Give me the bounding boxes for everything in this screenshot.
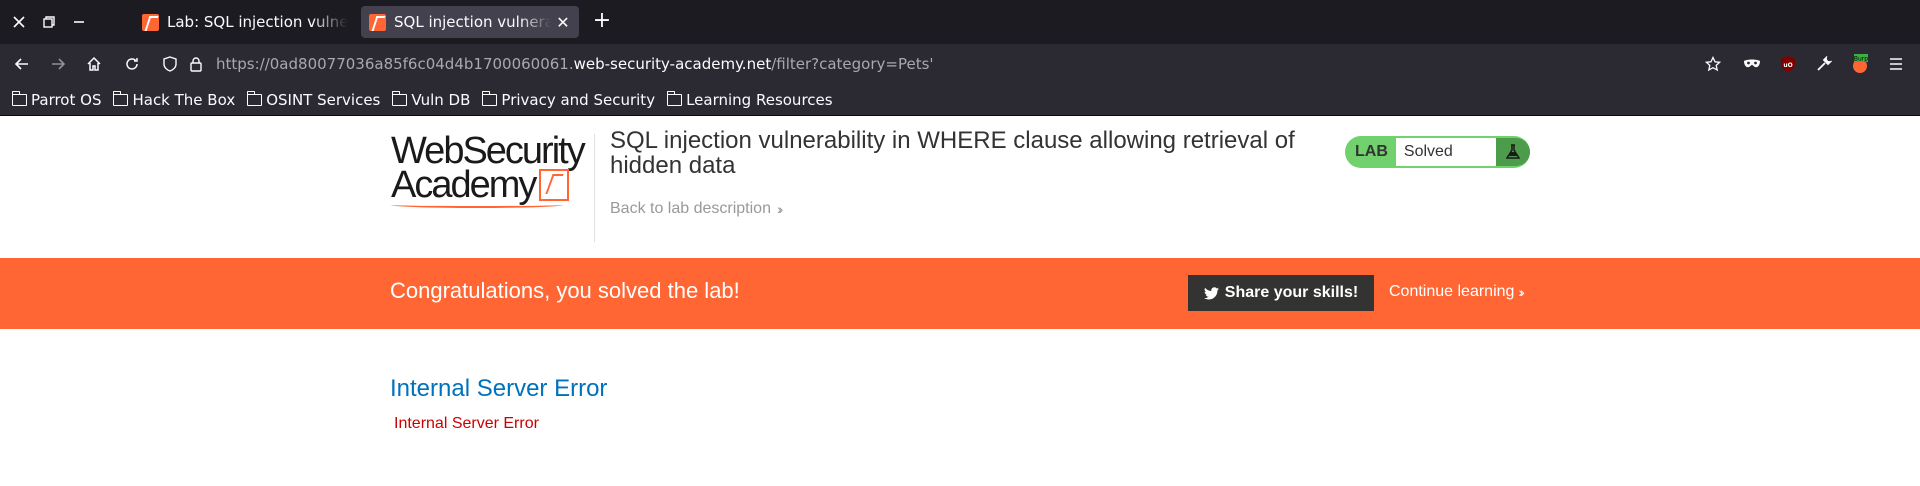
navigation-toolbar: https://0ad80077036a85f6c04d4b1700060061…	[0, 44, 1920, 84]
minimize-window-icon[interactable]	[64, 0, 94, 44]
folder-icon	[246, 90, 263, 106]
solved-notification-banner: Congratulations, you solved the lab! Sha…	[0, 258, 1920, 329]
twitter-bird-icon	[1203, 286, 1219, 300]
url-text: https://0ad80077036a85f6c04d4b1700060061…	[216, 55, 934, 73]
logo-line-1: WebSecurity	[391, 130, 586, 172]
portswigger-favicon-icon	[142, 13, 159, 31]
bookmarks-toolbar: Parrot OS Hack The Box OSINT Services Vu…	[0, 84, 1920, 116]
congratulations-message: Congratulations, you solved the lab!	[390, 278, 740, 303]
close-tab-icon[interactable]: ✕	[555, 13, 571, 32]
share-skills-button[interactable]: Share your skills!	[1188, 275, 1374, 311]
folder-icon	[481, 90, 498, 106]
bookmark-folder-learning-resources[interactable]: Learning Resources	[666, 90, 833, 109]
lock-icon[interactable]	[186, 54, 206, 74]
app-menu-icon[interactable]	[1884, 52, 1908, 76]
reload-icon[interactable]	[120, 52, 144, 76]
lab-title: SQL injection vulnerability in WHERE cla…	[610, 127, 1295, 179]
tab-strip: Lab: SQL injection vulnerability in WHER…	[0, 0, 1920, 44]
tab-lab-instance[interactable]: SQL injection vulnerability in WHERE ✕	[361, 6, 579, 38]
tab-title: Lab: SQL injection vulnerability in WHER…	[167, 13, 348, 31]
double-chevron-right-icon: ››	[1518, 284, 1525, 300]
logo-line-2: Academy	[391, 164, 537, 206]
bookmark-folder-vuln-db[interactable]: Vuln DB	[391, 90, 470, 109]
bookmark-star-icon[interactable]	[1701, 52, 1725, 76]
ublock-origin-icon[interactable]: uO	[1776, 52, 1800, 76]
back-to-lab-description-link[interactable]: Back to lab description ››	[610, 200, 784, 218]
back-link-label: Back to lab description	[610, 200, 771, 217]
tab-title: SQL injection vulnerability in WHERE	[394, 13, 551, 31]
forward-arrow-icon[interactable]	[46, 52, 70, 76]
svg-text:uO: uO	[1783, 62, 1792, 69]
lightning-bolt-icon	[539, 169, 570, 201]
address-bar[interactable]: https://0ad80077036a85f6c04d4b1700060061…	[156, 48, 1716, 80]
error-heading: Internal Server Error	[390, 375, 608, 402]
continue-learning-link[interactable]: Continue learning ››	[1389, 283, 1525, 301]
double-chevron-right-icon: ››	[776, 201, 784, 217]
flask-icon	[1495, 138, 1530, 166]
wrench-tools-icon[interactable]	[1812, 52, 1836, 76]
lab-status-text: Solved	[1395, 138, 1496, 166]
tab-lab-description[interactable]: Lab: SQL injection vulnerability in WHER…	[134, 6, 356, 38]
bookmark-folder-privacy-security[interactable]: Privacy and Security	[481, 90, 655, 109]
web-page: WebSecurity Academy SQL injection vulner…	[0, 116, 1920, 486]
restore-window-icon[interactable]	[34, 0, 64, 44]
private-mask-icon[interactable]	[1740, 52, 1764, 76]
header-divider	[594, 134, 595, 242]
home-icon[interactable]	[82, 52, 106, 76]
tracking-protection-shield-icon[interactable]	[160, 54, 180, 74]
new-tab-icon[interactable]: +	[590, 10, 614, 34]
bookmark-folder-parrot-os[interactable]: Parrot OS	[11, 90, 101, 109]
lab-status-badge: LAB Solved	[1345, 136, 1530, 168]
close-window-icon[interactable]	[4, 0, 34, 44]
logo-swoosh	[391, 202, 563, 208]
burp-proxy-extension-icon[interactable]: Burp	[1848, 52, 1872, 76]
error-message: Internal Server Error	[394, 415, 539, 432]
bookmark-folder-osint-services[interactable]: OSINT Services	[246, 90, 380, 109]
folder-icon	[11, 90, 27, 106]
lab-label: LAB	[1355, 143, 1388, 160]
bookmark-folder-hack-the-box[interactable]: Hack The Box	[112, 90, 235, 109]
back-arrow-icon[interactable]	[10, 52, 34, 76]
continue-learning-label: Continue learning	[1389, 283, 1515, 300]
share-button-label: Share your skills!	[1224, 284, 1359, 301]
folder-icon	[666, 90, 683, 106]
burp-badge-text: Burp	[1854, 56, 1868, 63]
portswigger-favicon-icon	[369, 13, 386, 31]
folder-icon	[112, 90, 129, 106]
web-security-academy-logo[interactable]: WebSecurity Academy	[391, 130, 591, 208]
folder-icon	[391, 90, 408, 106]
